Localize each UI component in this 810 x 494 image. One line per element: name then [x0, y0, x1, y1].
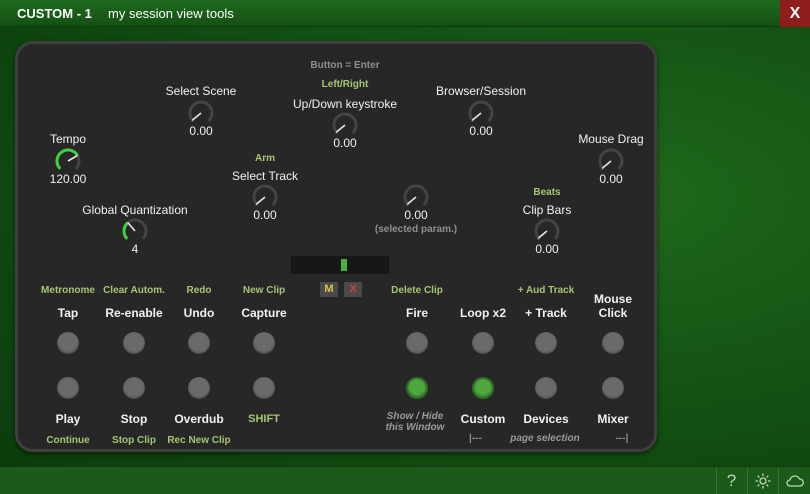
show-hide-button[interactable]	[406, 377, 428, 399]
button-label-tap: Tap	[57, 306, 79, 320]
knob-value-mouse-drag: 0.00	[599, 172, 623, 186]
window-subtitle: my session view tools	[108, 6, 234, 21]
mixer-page-button[interactable]	[602, 377, 624, 399]
button-label-undo: Undo	[183, 306, 215, 320]
knob-label-select-scene: Select Scene	[165, 84, 237, 98]
knob-label-tempo: Tempo	[49, 132, 87, 146]
select-track-knob[interactable]	[251, 183, 279, 211]
button-label-stop: Stop	[120, 412, 148, 426]
re-enable-button[interactable]	[123, 332, 145, 354]
knob-value-select-scene: 0.00	[189, 124, 213, 138]
cloud-icon[interactable]	[778, 467, 810, 494]
knob-sublabel-left-right: Left/Right	[321, 79, 369, 90]
knob-label-clip-bars: Clip Bars	[522, 203, 572, 217]
knob-value-clip-bars: 0.00	[535, 242, 559, 256]
button-label-add-track: + Track	[525, 306, 567, 320]
button-label-custom: Custom	[460, 412, 506, 426]
level-meter	[291, 256, 389, 274]
close-button[interactable]: X	[780, 0, 810, 27]
knob-label-select-track: Select Track	[231, 169, 299, 183]
button-label-re-enable: Re-enable	[105, 306, 163, 320]
button-label-devices: Devices	[523, 412, 569, 426]
sun-icon[interactable]	[747, 467, 777, 494]
knob-value-selected-param: 0.00	[404, 208, 428, 222]
shift-button[interactable]	[253, 377, 275, 399]
button-label-play: Play	[55, 412, 81, 426]
button-label-fire: Fire	[405, 306, 429, 320]
alt-label-delete-clip: Delete Clip	[391, 285, 443, 296]
knob-value-browser-session: 0.00	[469, 124, 493, 138]
m-button[interactable]: M	[320, 282, 338, 297]
up-down-keystroke-knob[interactable]	[331, 111, 359, 139]
button-label-overdub: Overdub	[174, 412, 224, 426]
loop-x2-button[interactable]	[472, 332, 494, 354]
meter-indicator	[341, 259, 347, 271]
knob-value-global-quantization: 4	[131, 242, 139, 256]
status-bar: ?	[0, 466, 810, 494]
page-range-start: |---	[469, 433, 482, 444]
add-track-button[interactable]	[535, 332, 557, 354]
knob-value-select-track: 0.00	[253, 208, 277, 222]
alt-label-continue: Continue	[46, 435, 90, 446]
window-title: CUSTOM - 1	[17, 6, 92, 21]
overdub-button[interactable]	[188, 377, 210, 399]
alt-label-rec-new-clip: Rec New Clip	[167, 435, 231, 446]
sun-icon-glyph	[755, 473, 770, 489]
show-hide-note: Show / Hide this Window	[385, 411, 445, 433]
button-label-shift: SHIFT	[248, 413, 280, 425]
mouse-drag-knob[interactable]	[597, 147, 625, 175]
cloud-icon-glyph	[785, 475, 804, 487]
device-panel: Button = Enter Tempo 120.00 Select Scene…	[15, 41, 657, 452]
button-label-mouse-click: Mouse Click	[593, 292, 633, 320]
selected-param-knob[interactable]	[402, 183, 430, 211]
knob-label-global-quantization: Global Quantization	[82, 203, 188, 217]
fire-button[interactable]	[406, 332, 428, 354]
stop-button[interactable]	[123, 377, 145, 399]
x-button[interactable]: X	[344, 282, 362, 297]
undo-button[interactable]	[188, 332, 210, 354]
custom-page-button[interactable]	[472, 377, 494, 399]
tempo-knob[interactable]	[54, 147, 82, 175]
mouse-click-button[interactable]	[602, 332, 624, 354]
knob-sublabel-selected-param: (selected param.)	[374, 224, 458, 235]
alt-label-metronome: Metronome	[41, 285, 95, 296]
knob-value-tempo: 120.00	[49, 172, 87, 186]
help-icon[interactable]: ?	[716, 467, 746, 494]
global-quantization-knob[interactable]	[121, 217, 149, 245]
clip-bars-knob[interactable]	[533, 217, 561, 245]
button-label-capture: Capture	[241, 306, 287, 320]
knob-label-mouse-drag: Mouse Drag	[578, 132, 644, 146]
play-button[interactable]	[57, 377, 79, 399]
knob-sublabel-arm: Arm	[254, 153, 276, 164]
alt-label-aud-track: + Aud Track	[517, 285, 575, 296]
button-label-loop-x2: Loop x2	[459, 306, 507, 320]
page-selection-note: page selection	[510, 433, 580, 444]
knob-value-up-down: 0.00	[333, 136, 357, 150]
header-hint: Button = Enter	[310, 60, 380, 71]
knob-sublabel-beats: Beats	[533, 187, 561, 198]
tap-button[interactable]	[57, 332, 79, 354]
alt-label-new-clip: New Clip	[242, 285, 286, 296]
page-range-end: ---|	[615, 433, 629, 444]
select-scene-knob[interactable]	[187, 99, 215, 127]
browser-session-knob[interactable]	[467, 99, 495, 127]
button-label-mixer: Mixer	[597, 412, 629, 426]
capture-button[interactable]	[253, 332, 275, 354]
title-bar: CUSTOM - 1 my session view tools X	[0, 0, 810, 27]
alt-label-stop-clip: Stop Clip	[112, 435, 156, 446]
alt-label-clear-autom: Clear Autom.	[103, 285, 165, 296]
knob-label-up-down: Up/Down keystroke	[292, 97, 398, 111]
knob-label-browser-session: Browser/Session	[435, 84, 527, 98]
alt-label-redo: Redo	[186, 285, 212, 296]
devices-page-button[interactable]	[535, 377, 557, 399]
